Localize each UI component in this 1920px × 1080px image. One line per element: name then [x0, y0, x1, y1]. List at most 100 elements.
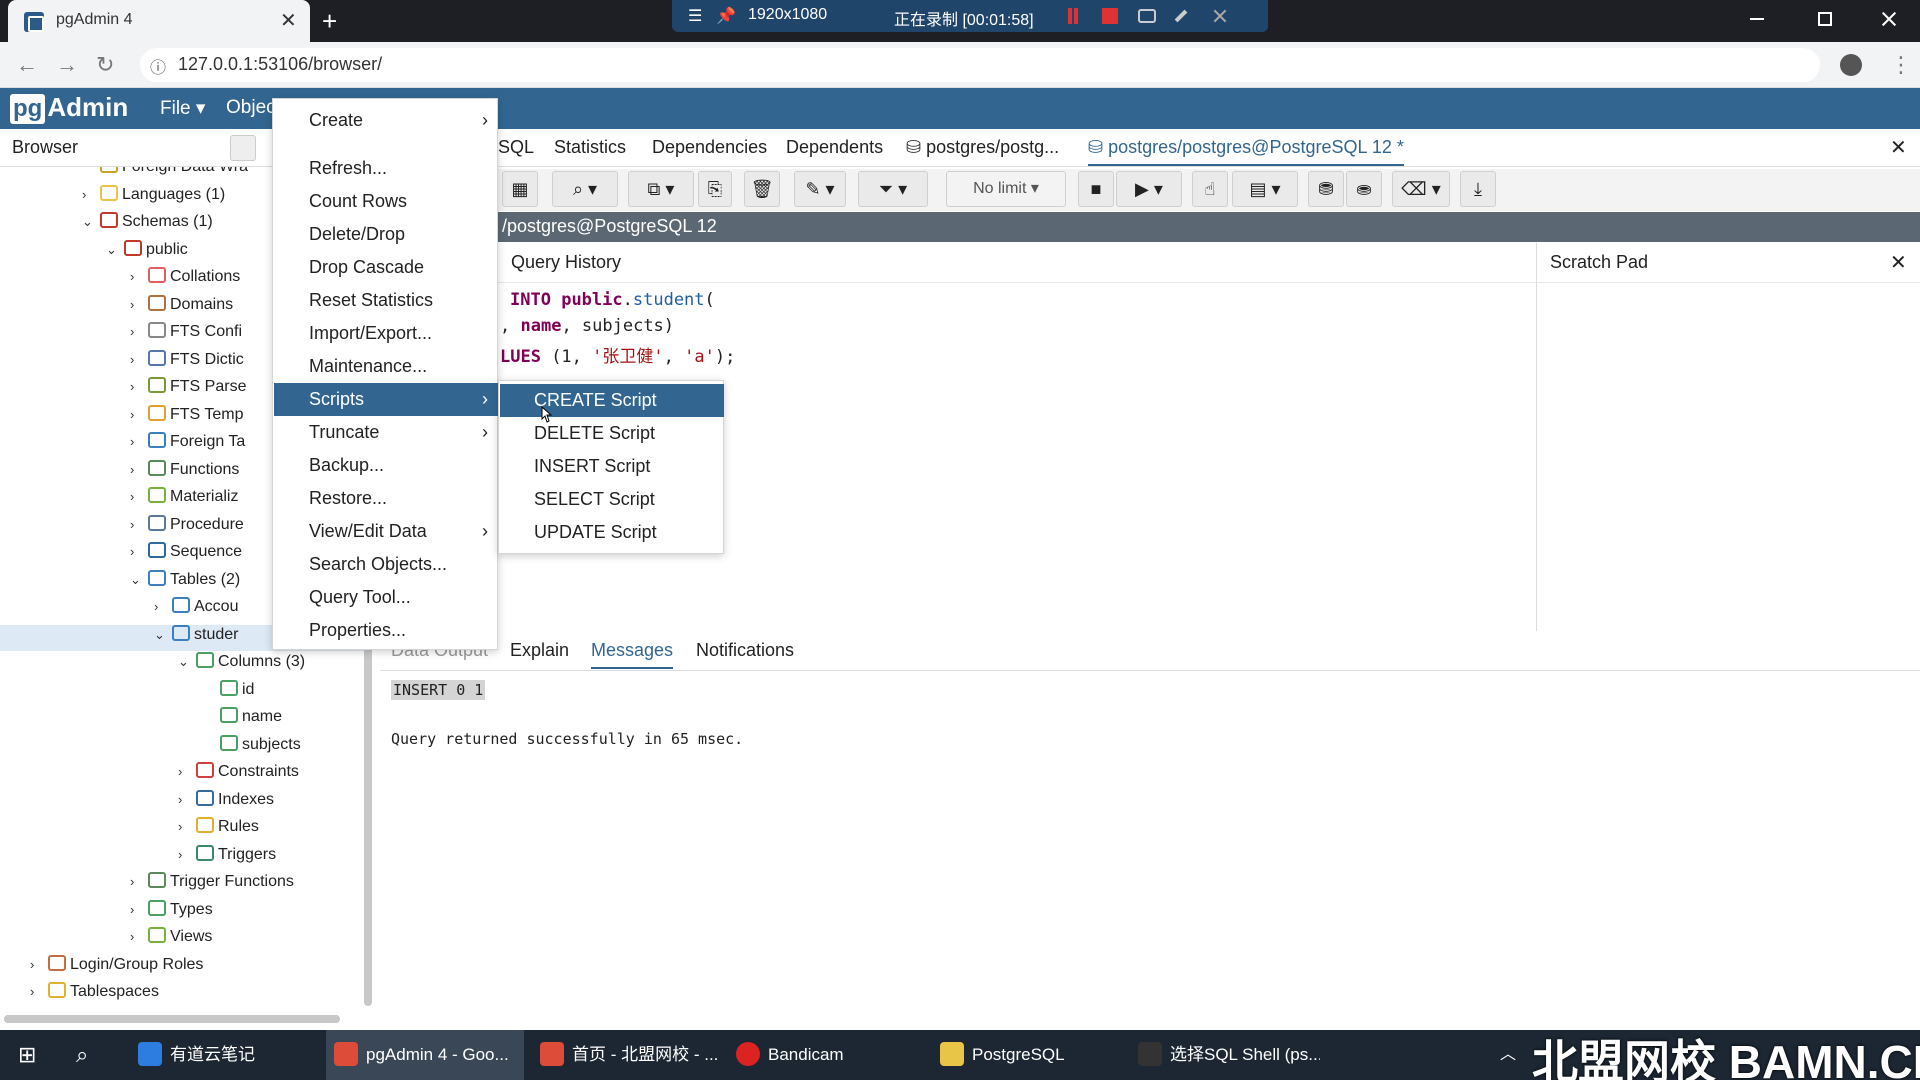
open-file-icon[interactable]: ▦	[502, 171, 538, 207]
taskbar-item-3[interactable]: Bandicam	[728, 1030, 924, 1080]
chevron-right-icon[interactable]: ›	[130, 902, 148, 917]
query-tool-button[interactable]	[230, 135, 256, 161]
tree-node-constraints[interactable]: › Constraints	[0, 762, 372, 788]
chevron-right-icon[interactable]: ›	[154, 599, 172, 614]
menu-item-refresh[interactable]: Refresh...	[274, 152, 498, 185]
url-field[interactable]	[140, 48, 1820, 82]
connection-label[interactable]: /postgres@PostgreSQL 12	[502, 216, 717, 237]
menu-object[interactable]: Objec	[226, 97, 276, 119]
submenu-item-insert-script[interactable]: INSERT Script	[500, 450, 724, 483]
chevron-right-icon[interactable]: ›	[178, 792, 196, 807]
tree-node-name[interactable]: name	[0, 707, 372, 733]
chevron-right-icon[interactable]: ›	[130, 434, 148, 449]
tree-node-types[interactable]: › Types	[0, 899, 372, 926]
chevron-right-icon[interactable]: ›	[130, 929, 148, 944]
menu-item-view-edit-data[interactable]: View/Edit Data ›	[274, 515, 498, 548]
pencil-icon[interactable]	[1174, 9, 1188, 23]
tab-query-history[interactable]: Query History	[511, 252, 621, 273]
execute-button[interactable]: ▶ ▾	[1116, 171, 1182, 207]
taskbar-item-1[interactable]: pgAdmin 4 - Goo...	[326, 1030, 524, 1080]
menu-item-restore[interactable]: Restore...	[274, 482, 498, 515]
browser-tab-pgadmin[interactable]: pgAdmin 4 ✕	[8, 0, 310, 42]
chevron-down-icon[interactable]: ⌄	[82, 214, 100, 230]
close-scratch-pad-icon[interactable]: ✕	[1890, 250, 1907, 275]
explain-analyze-button[interactable]: ▤ ▾	[1232, 171, 1298, 207]
menu-item-count-rows[interactable]: Count Rows	[274, 185, 498, 218]
tab-dependencies[interactable]: Dependencies	[652, 137, 767, 158]
menu-item-backup[interactable]: Backup...	[274, 449, 498, 482]
find-button[interactable]: ⌕ ▾	[552, 171, 618, 207]
tree-node-trigger-functions[interactable]: › Trigger Functions	[0, 872, 372, 898]
chevron-right-icon[interactable]: ›	[130, 379, 148, 394]
chevron-right-icon[interactable]: ›	[130, 352, 148, 367]
chevron-right-icon[interactable]: ›	[130, 462, 148, 477]
menu-item-query-tool[interactable]: Query Tool...	[274, 581, 498, 614]
reload-icon[interactable]: ↻	[96, 52, 114, 78]
camera-icon[interactable]	[1138, 9, 1156, 23]
commit-icon[interactable]: ⛃	[1308, 171, 1344, 207]
menu-item-search-objects[interactable]: Search Objects...	[274, 548, 498, 581]
chevron-down-icon[interactable]: ⌄	[178, 654, 196, 670]
minimize-icon[interactable]	[1750, 18, 1764, 20]
taskbar-item-2[interactable]: 首页 - 北盟网校 - ...	[532, 1030, 722, 1080]
chevron-right-icon[interactable]: ›	[130, 407, 148, 422]
menu-item-create[interactable]: Create ›	[274, 104, 498, 137]
close-panel-icon[interactable]: ✕	[1890, 135, 1907, 160]
pause-icon[interactable]	[1068, 8, 1078, 24]
sql-line-2[interactable]: , name, subjects)	[500, 316, 674, 336]
restore-icon[interactable]	[1818, 12, 1832, 26]
chevron-right-icon[interactable]: ›	[130, 544, 148, 559]
recorder-menu-icon[interactable]: ☰	[688, 6, 702, 26]
chevron-right-icon[interactable]: ›	[30, 984, 48, 999]
rollback-icon[interactable]: ⛂	[1346, 171, 1382, 207]
menu-item-maintenance[interactable]: Maintenance...	[274, 350, 498, 383]
row-limit-select[interactable]: No limit ▾	[946, 171, 1066, 207]
menu-item-reset-statistics[interactable]: Reset Statistics	[274, 284, 498, 317]
chevron-down-icon[interactable]: ⌄	[154, 627, 172, 643]
chevron-right-icon[interactable]: ›	[130, 874, 148, 889]
close-tab-icon[interactable]: ✕	[280, 8, 297, 33]
submenu-item-update-script[interactable]: UPDATE Script	[500, 516, 724, 549]
menu-item-truncate[interactable]: Truncate ›	[274, 416, 498, 449]
paste-icon[interactable]: ⎘	[698, 171, 732, 207]
chevron-right-icon[interactable]: ›	[130, 489, 148, 504]
tree-node-views[interactable]: › Views	[0, 927, 372, 953]
tree-node-triggers[interactable]: › Triggers	[0, 844, 372, 871]
explain-icon[interactable]: ☝	[1192, 171, 1228, 207]
chevron-right-icon[interactable]: ›	[130, 297, 148, 312]
menu-item-drop-cascade[interactable]: Drop Cascade	[274, 251, 498, 284]
menu-item-delete-drop[interactable]: Delete/Drop	[274, 218, 498, 251]
tree-node-login-group-roles[interactable]: › Login/Group Roles	[0, 954, 372, 981]
taskbar-item-0[interactable]: 有道云笔记	[130, 1030, 320, 1080]
chevron-right-icon[interactable]: ›	[130, 324, 148, 339]
submenu-item-delete-script[interactable]: DELETE Script	[500, 417, 724, 450]
stop-icon[interactable]	[1102, 8, 1118, 24]
chevron-right-icon[interactable]: ›	[178, 764, 196, 779]
chevron-right-icon[interactable]: ›	[178, 819, 196, 834]
tree-node-indexes[interactable]: › Indexes	[0, 789, 372, 816]
site-info-icon[interactable]: ⓘ	[150, 54, 166, 78]
url-text[interactable]: 127.0.0.1:53106/browser/	[178, 54, 382, 75]
edit-button[interactable]: ✎ ▾	[794, 171, 846, 207]
menu-item-properties[interactable]: Properties...	[274, 614, 498, 647]
tab-notifications[interactable]: Notifications	[696, 640, 794, 661]
copy-button[interactable]: ⧉ ▾	[628, 171, 694, 207]
chevron-right-icon[interactable]: ›	[130, 269, 148, 284]
chevron-down-icon[interactable]: ⌄	[106, 242, 124, 258]
tab-query-tool-active[interactable]: ⛁ postgres/postgres@PostgreSQL 12 *	[1088, 137, 1404, 166]
tree-node-id[interactable]: id	[0, 679, 372, 706]
menu-item-scripts[interactable]: Scripts ›	[274, 383, 498, 416]
chevron-right-icon[interactable]: ›	[130, 517, 148, 532]
tab-dependents[interactable]: Dependents	[786, 137, 883, 158]
chevron-right-icon[interactable]: ›	[178, 847, 196, 862]
submenu-item-select-script[interactable]: SELECT Script	[500, 483, 724, 516]
clear-button[interactable]: ⌫ ▾	[1392, 171, 1450, 207]
tab-statistics[interactable]: Statistics	[554, 137, 626, 158]
tree-node-subjects[interactable]: subjects	[0, 734, 372, 761]
delete-row-icon[interactable]: 🗑	[744, 171, 780, 207]
stop-query-icon[interactable]: ■	[1078, 171, 1114, 207]
sql-line-1[interactable]: INTO public.student(	[510, 290, 715, 310]
tab-query-tool-1[interactable]: ⛁ postgres/postg...	[906, 137, 1059, 158]
start-button[interactable]: ⊞	[18, 1030, 58, 1080]
chevron-down-icon[interactable]: ⌄	[130, 572, 148, 588]
